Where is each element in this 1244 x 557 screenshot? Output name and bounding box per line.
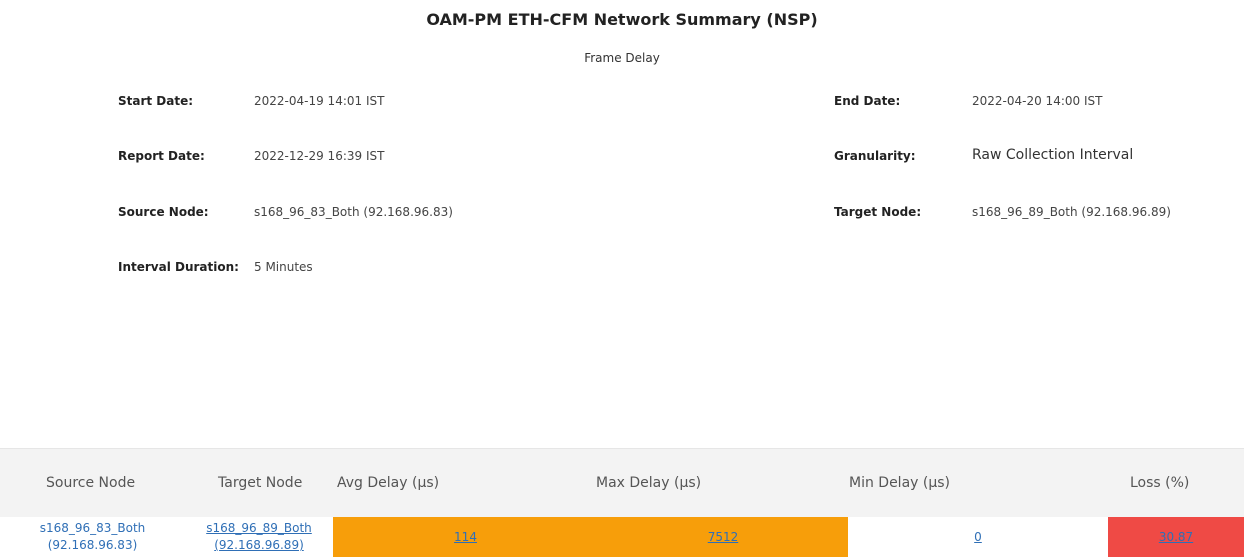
target-node-name-link[interactable]: s168_96_89_Both xyxy=(206,520,312,537)
report-subtitle: Frame Delay xyxy=(584,51,660,65)
header-target-node[interactable]: Target Node xyxy=(218,475,302,491)
avg-delay-cell: 114 xyxy=(333,517,598,557)
header-loss[interactable]: Loss (%) xyxy=(1130,475,1189,491)
start-date-value: 2022-04-19 14:01 IST xyxy=(254,94,385,108)
granularity-value: Raw Collection Interval xyxy=(972,147,1134,163)
target-node-value: s168_96_89_Both (92.168.96.89) xyxy=(972,205,1171,219)
source-node-name[interactable]: s168_96_83_Both xyxy=(40,520,146,537)
source-node-label: Source Node: xyxy=(118,205,209,219)
target-node-label: Target Node: xyxy=(834,205,922,219)
report-date-value: 2022-12-29 16:39 IST xyxy=(254,149,385,163)
loss-cell: 30.87 xyxy=(1108,517,1244,557)
end-date-value: 2022-04-20 14:00 IST xyxy=(972,94,1103,108)
target-node-cell: s168_96_89_Both (92.168.96.89) xyxy=(185,517,333,557)
summary-table: Source Node Target Node Avg Delay (μs) M… xyxy=(0,448,1244,557)
min-delay-link[interactable]: 0 xyxy=(974,530,982,544)
granularity-label: Granularity: xyxy=(834,149,916,163)
start-date-label: Start Date: xyxy=(118,94,194,108)
header-avg-delay[interactable]: Avg Delay (μs) xyxy=(337,475,439,491)
source-node-cell: s168_96_83_Both (92.168.96.83) xyxy=(0,517,185,557)
header-max-delay[interactable]: Max Delay (μs) xyxy=(596,475,701,491)
header-source-node[interactable]: Source Node xyxy=(46,475,135,491)
end-date-label: End Date: xyxy=(834,94,901,108)
header-min-delay[interactable]: Min Delay (μs) xyxy=(849,475,950,491)
max-delay-link[interactable]: 7512 xyxy=(708,530,739,544)
min-delay-cell: 0 xyxy=(848,517,1108,557)
source-node-value: s168_96_83_Both (92.168.96.83) xyxy=(254,205,453,219)
loss-link[interactable]: 30.87 xyxy=(1159,530,1193,544)
interval-duration-value: 5 Minutes xyxy=(254,260,313,274)
avg-delay-link[interactable]: 114 xyxy=(454,530,477,544)
source-node-ip[interactable]: (92.168.96.83) xyxy=(48,537,138,554)
target-node-ip-link[interactable]: (92.168.96.89) xyxy=(214,537,304,554)
report-title: OAM-PM ETH-CFM Network Summary (NSP) xyxy=(426,10,818,29)
max-delay-cell: 7512 xyxy=(598,517,848,557)
interval-duration-label: Interval Duration: xyxy=(118,260,239,274)
report-date-label: Report Date: xyxy=(118,149,205,163)
